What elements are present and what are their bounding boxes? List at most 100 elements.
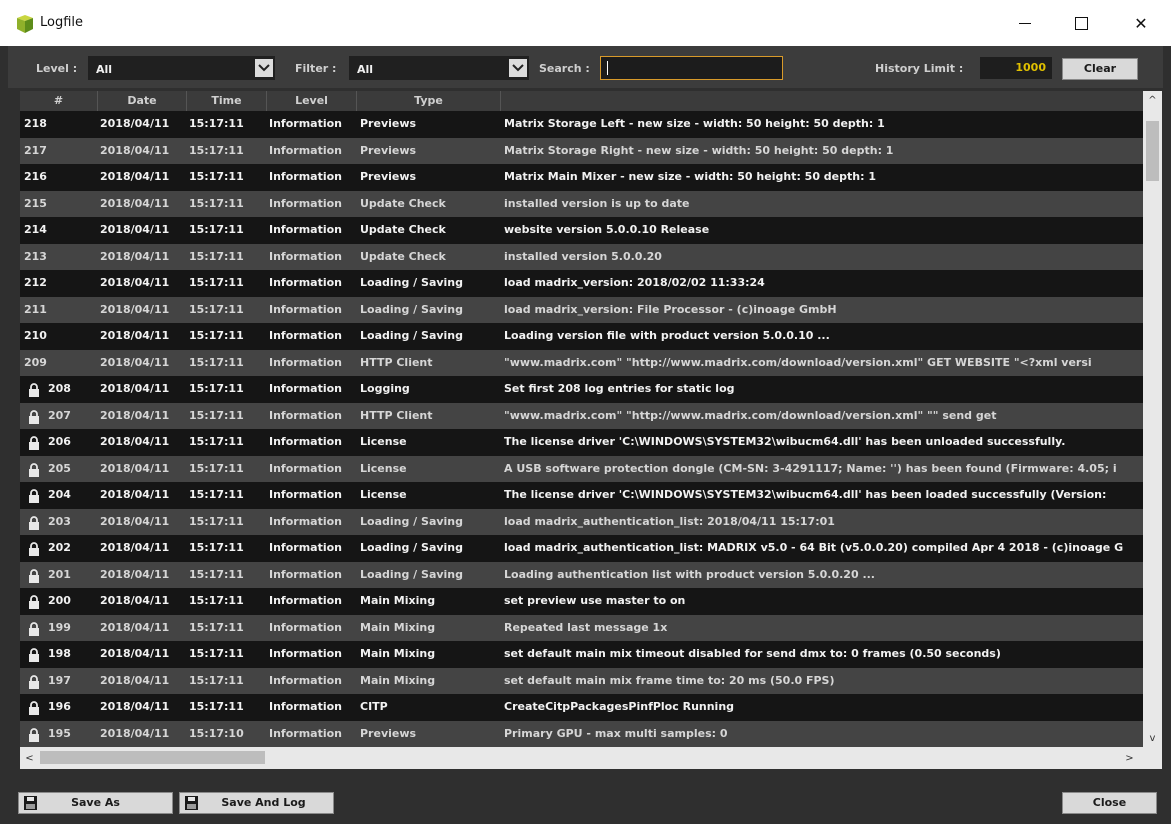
table-row[interactable]: 212 2018/04/11 15:17:11 Information Loading …: [20, 270, 1143, 297]
row-type-cell: Main Mixing: [360, 594, 436, 607]
row-message-cell: Set first 208 log entries for static log: [504, 382, 735, 395]
table-row[interactable]: 205 2018/04/11 15:17:11 Information License A…: [20, 455, 1143, 482]
row-level-cell: Information: [269, 541, 342, 554]
table-row[interactable]: 213 2018/04/11 15:17:11 Information Update C…: [20, 243, 1143, 270]
table-row[interactable]: 198 2018/04/11 15:17:11 Information Main Mix…: [20, 641, 1143, 668]
table-row[interactable]: 204 2018/04/11 15:17:11 Information License T…: [20, 482, 1143, 509]
row-message-cell: Repeated last message 1x: [504, 620, 668, 634]
table-row[interactable]: 210 2018/04/11 15:17:11 Information Loading …: [20, 323, 1143, 350]
row-date-cell: 2018/04/11: [100, 302, 170, 316]
row-time-cell: 15:17:11: [189, 461, 244, 475]
table-row[interactable]: 216 2018/04/11 15:17:11 Information Previews…: [20, 164, 1143, 191]
level-dropdown[interactable]: All: [88, 56, 275, 80]
column-header-message[interactable]: [501, 91, 1143, 111]
row-date-cell: 2018/04/11: [100, 249, 170, 263]
history-limit-input[interactable]: 1000: [980, 57, 1052, 79]
row-message-cell: "www.madrix.com" "http://www.madrix.com/…: [504, 355, 1092, 369]
close-window-button[interactable]: ✕: [1118, 0, 1164, 46]
row-time-cell: 15:17:11: [189, 567, 244, 581]
vertical-scroll-thumb[interactable]: [1146, 121, 1159, 181]
row-type-cell: HTTP Client: [360, 408, 433, 422]
scroll-left-icon[interactable]: <: [20, 749, 39, 767]
table-row[interactable]: 211 2018/04/11 15:17:11 Information Loading …: [20, 296, 1143, 323]
maximize-icon: [1074, 16, 1088, 30]
clear-button[interactable]: Clear: [1062, 58, 1138, 80]
horizontal-scrollbar[interactable]: < >: [20, 747, 1162, 769]
column-header-time[interactable]: Time: [187, 91, 267, 111]
maximize-button[interactable]: [1058, 0, 1104, 46]
chevron-down-icon: [509, 59, 527, 77]
row-number-cell: 206: [48, 435, 71, 448]
row-level-cell: Information: [269, 143, 342, 157]
row-date-cell: 2018/04/11: [100, 355, 170, 369]
table-row[interactable]: 214 2018/04/11 15:17:11 Information Update C…: [20, 217, 1143, 244]
row-number-cell: 198: [48, 647, 71, 660]
row-type-cell: Update Check: [360, 249, 446, 263]
table-row[interactable]: 217 2018/04/11 15:17:11 Information Previews…: [20, 137, 1143, 164]
table-row[interactable]: 197 2018/04/11 15:17:11 Information Main Mix…: [20, 667, 1143, 694]
row-number-cell: 211: [24, 302, 47, 316]
table-row[interactable]: 207 2018/04/11 15:17:11 Information HTTP Cli…: [20, 402, 1143, 429]
table-row[interactable]: 200 2018/04/11 15:17:11 Information Main Mix…: [20, 588, 1143, 615]
minimize-button[interactable]: [1002, 0, 1048, 46]
horizontal-scroll-thumb[interactable]: [40, 751, 265, 764]
row-level-cell: Information: [269, 567, 342, 581]
row-time-cell: 15:17:11: [189, 594, 244, 607]
save-as-label: Save As: [71, 796, 120, 809]
row-time-cell: 15:17:11: [189, 541, 244, 554]
table-row[interactable]: 203 2018/04/11 15:17:11 Information Loading …: [20, 508, 1143, 535]
row-date-cell: 2018/04/11: [100, 223, 170, 236]
row-type-cell: Loading / Saving: [360, 541, 464, 554]
filter-dropdown[interactable]: All: [349, 56, 529, 80]
scroll-up-icon[interactable]: ^: [1143, 91, 1162, 109]
row-message-cell: load madrix_authentication_list: MADRIX …: [504, 541, 1124, 554]
column-header-type[interactable]: Type: [357, 91, 501, 111]
table-row[interactable]: 206 2018/04/11 15:17:11 Information License T…: [20, 429, 1143, 456]
row-level-cell: Information: [269, 355, 342, 369]
table-row[interactable]: 201 2018/04/11 15:17:11 Information Loading …: [20, 561, 1143, 588]
title-bar: Logfile ✕: [0, 0, 1171, 46]
row-number-cell: 205: [48, 461, 71, 475]
save-and-log-button[interactable]: Save And Log: [179, 792, 334, 814]
table-row[interactable]: 209 2018/04/11 15:17:11 Information HTTP Cli…: [20, 349, 1143, 376]
row-number-cell: 217: [24, 143, 47, 157]
row-type-cell: Loading / Saving: [360, 276, 464, 289]
table-row[interactable]: 196 2018/04/11 15:17:11 Information CITP Crea…: [20, 694, 1143, 721]
table-row[interactable]: 195 2018/04/11 15:17:10 Information Previews…: [20, 720, 1143, 747]
row-level-cell: Information: [269, 700, 342, 713]
row-message-cell: Loading authentication list with product…: [504, 567, 875, 581]
row-level-cell: Information: [269, 117, 342, 130]
row-date-cell: 2018/04/11: [100, 700, 170, 713]
filter-label: Filter :: [295, 62, 337, 75]
column-header-level[interactable]: Level: [267, 91, 357, 111]
row-message-cell: load madrix_version: File Processor - (c…: [504, 302, 837, 316]
table-row[interactable]: 199 2018/04/11 15:17:11 Information Main Mix…: [20, 614, 1143, 641]
search-input[interactable]: [600, 56, 783, 80]
row-type-cell: Loading / Saving: [360, 567, 464, 581]
row-date-cell: 2018/04/11: [100, 620, 170, 634]
row-time-cell: 15:17:11: [189, 302, 244, 316]
table-row[interactable]: 215 2018/04/11 15:17:11 Information Update C…: [20, 190, 1143, 217]
scroll-down-icon[interactable]: v: [1143, 729, 1162, 747]
lock-icon: [29, 595, 39, 609]
row-type-cell: License: [360, 488, 407, 501]
table-row[interactable]: 218 2018/04/11 15:17:11 Information Previews…: [20, 111, 1143, 138]
save-as-button[interactable]: Save As: [18, 792, 173, 814]
save-and-log-label: Save And Log: [221, 796, 306, 809]
column-header-date[interactable]: Date: [98, 91, 187, 111]
close-button[interactable]: Close: [1062, 792, 1157, 814]
table-row[interactable]: 202 2018/04/11 15:17:11 Information Loading …: [20, 535, 1143, 562]
row-date-cell: 2018/04/11: [100, 196, 170, 210]
row-time-cell: 15:17:11: [189, 620, 244, 634]
table-row[interactable]: 208 2018/04/11 15:17:11 Information Logging S…: [20, 376, 1143, 403]
madrix-logo-icon: [17, 15, 33, 33]
row-time-cell: 15:17:11: [189, 223, 244, 236]
row-number-cell: 199: [48, 620, 71, 634]
vertical-scrollbar[interactable]: ^ v: [1143, 91, 1162, 747]
row-level-cell: Information: [269, 514, 342, 528]
row-type-cell: Main Mixing: [360, 620, 436, 634]
column-header-number[interactable]: #: [20, 91, 98, 111]
row-level-cell: Information: [269, 276, 342, 289]
scroll-right-icon[interactable]: >: [1120, 749, 1139, 767]
row-message-cell: Matrix Storage Right - new size - width:…: [504, 143, 894, 157]
